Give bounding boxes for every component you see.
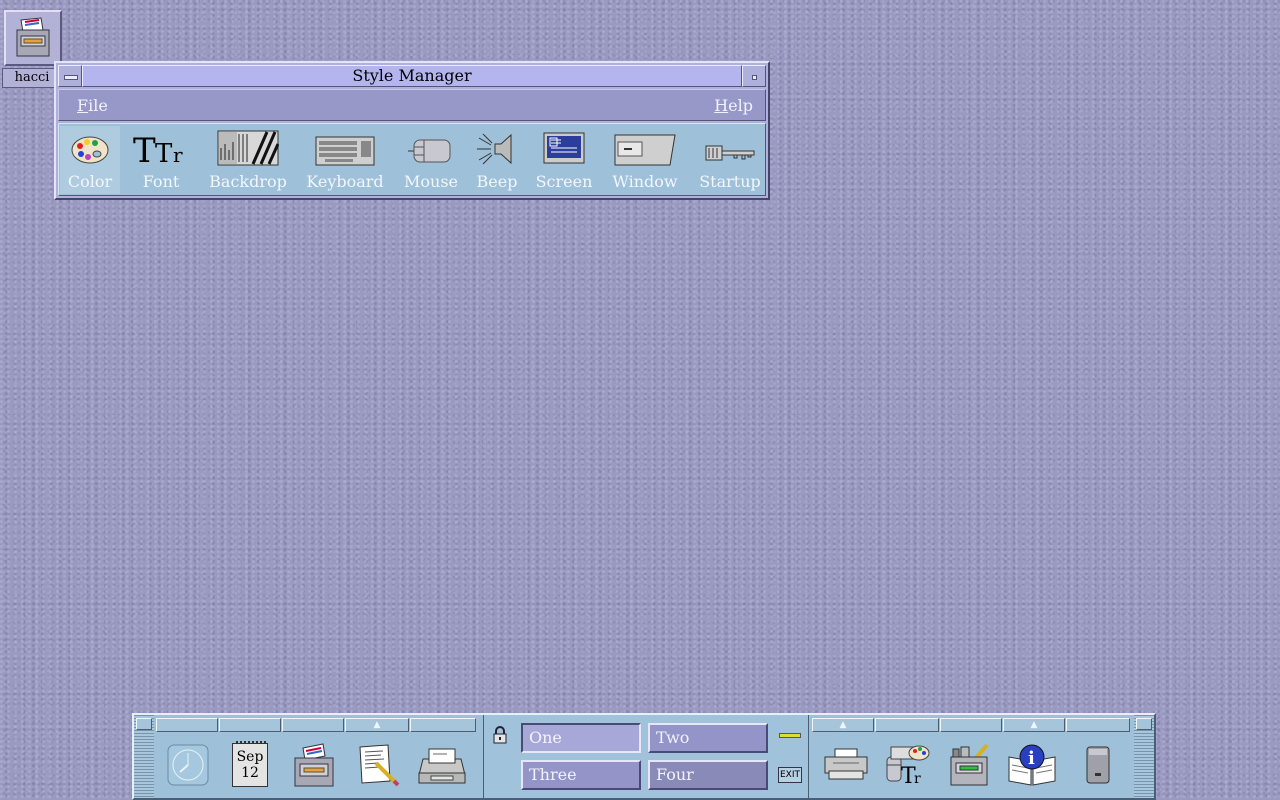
subpanel-tab-editor[interactable]: ▲ bbox=[345, 718, 409, 732]
speaker-icon bbox=[477, 133, 512, 165]
startup-label: Startup bbox=[699, 172, 761, 191]
up-arrow-icon: ▲ bbox=[839, 720, 847, 730]
title-bar[interactable]: Style Manager bbox=[58, 65, 766, 87]
menu-bar: File Help bbox=[58, 89, 766, 121]
file-menu[interactable]: File bbox=[77, 96, 108, 115]
exit-button[interactable]: EXIT bbox=[778, 767, 802, 783]
mouse-label: Mouse bbox=[404, 172, 458, 191]
palette-icon bbox=[71, 136, 109, 164]
desktop-icon-label: hacci bbox=[2, 68, 62, 88]
subpanel-tab-files[interactable] bbox=[282, 718, 344, 732]
subpanel-tab-help[interactable]: ▲ bbox=[1003, 718, 1065, 732]
workspace-three[interactable]: Three bbox=[521, 760, 641, 790]
svg-text:r: r bbox=[914, 771, 921, 787]
keyboard-button[interactable]: Keyboard bbox=[303, 126, 387, 194]
mouse-button[interactable]: Mouse bbox=[401, 126, 461, 194]
calendar-day: 12 bbox=[241, 765, 259, 781]
file-cabinet-icon[interactable] bbox=[4, 10, 62, 66]
application-manager-icon[interactable] bbox=[942, 739, 998, 791]
panel-minimize-button[interactable] bbox=[1136, 718, 1152, 730]
svg-text:i: i bbox=[1028, 748, 1035, 769]
up-arrow-icon: ▲ bbox=[373, 720, 381, 730]
window-icon bbox=[614, 134, 676, 166]
lock-icon[interactable] bbox=[492, 725, 508, 745]
screen-label: Screen bbox=[535, 172, 593, 191]
trash-icon[interactable] bbox=[1070, 739, 1126, 791]
subpanel-tab-mail[interactable] bbox=[410, 718, 476, 732]
color-label: Color bbox=[67, 172, 113, 191]
font-label: Font bbox=[142, 172, 180, 191]
window-label: Window bbox=[612, 172, 678, 191]
window-title[interactable]: Style Manager bbox=[82, 65, 742, 87]
help-menu[interactable]: Help bbox=[714, 96, 753, 115]
front-panel: ▲ Sep 12 One Two Three Four EXIT ▲ ▲ T r… bbox=[132, 713, 1156, 800]
key-icon bbox=[705, 145, 755, 161]
backdrop-icon bbox=[217, 130, 279, 166]
printer-icon[interactable] bbox=[818, 739, 874, 791]
minimize-button[interactable] bbox=[742, 65, 766, 87]
text-editor-icon[interactable] bbox=[350, 739, 406, 791]
font-icon: T T r bbox=[133, 131, 183, 166]
color-button[interactable]: Color bbox=[60, 126, 120, 194]
startup-button[interactable]: Startup bbox=[693, 126, 767, 194]
help-manager-icon[interactable]: i bbox=[1004, 739, 1060, 791]
mouse-icon bbox=[408, 139, 451, 163]
calendar-month: Sep bbox=[236, 749, 264, 765]
svg-text:T: T bbox=[133, 131, 156, 166]
window-menu-button[interactable] bbox=[58, 65, 82, 87]
mailer-icon[interactable] bbox=[414, 739, 470, 791]
busy-indicator bbox=[779, 733, 801, 738]
workspace-switch: One Two Three Four EXIT bbox=[483, 715, 809, 798]
style-manager-window: Style Manager File Help Color T T r Font… bbox=[54, 61, 770, 200]
workspace-two[interactable]: Two bbox=[648, 723, 768, 753]
subpanel-tab-calendar[interactable] bbox=[219, 718, 281, 732]
keyboard-icon bbox=[315, 136, 375, 166]
up-arrow-icon: ▲ bbox=[1030, 720, 1038, 730]
clock-icon[interactable] bbox=[160, 739, 216, 791]
style-manager-icon[interactable]: T r bbox=[880, 739, 936, 791]
file-manager-icon[interactable] bbox=[286, 739, 342, 791]
desktop-icon-hacci[interactable]: hacci bbox=[2, 10, 62, 88]
monitor-icon bbox=[543, 132, 585, 164]
backdrop-button[interactable]: Backdrop bbox=[206, 126, 290, 194]
style-toolbar: Color T T r Font Backdrop Keyboard Mouse… bbox=[58, 123, 766, 196]
panel-left-handle[interactable] bbox=[134, 715, 154, 798]
subpanel-tab-printer[interactable]: ▲ bbox=[812, 718, 874, 732]
calendar-icon[interactable]: Sep 12 bbox=[222, 739, 278, 791]
screen-button[interactable]: Screen bbox=[533, 126, 595, 194]
svg-text:r: r bbox=[173, 143, 183, 166]
beep-button[interactable]: Beep bbox=[473, 126, 521, 194]
beep-label: Beep bbox=[476, 172, 518, 191]
workspace-four[interactable]: Four bbox=[648, 760, 768, 790]
font-button[interactable]: T T r Font bbox=[129, 126, 193, 194]
panel-right-handle[interactable] bbox=[1134, 715, 1154, 798]
workspace-one[interactable]: One bbox=[521, 723, 641, 753]
subpanel-tab-clock[interactable] bbox=[156, 718, 218, 732]
panel-menu-button[interactable] bbox=[136, 718, 152, 730]
subpanel-tab-style[interactable] bbox=[875, 718, 939, 732]
backdrop-label: Backdrop bbox=[209, 172, 287, 191]
keyboard-label: Keyboard bbox=[306, 172, 384, 191]
window-button[interactable]: Window bbox=[607, 126, 683, 194]
subpanel-tab-trash[interactable] bbox=[1066, 718, 1130, 732]
subpanel-tab-apps[interactable] bbox=[940, 718, 1002, 732]
svg-text:T: T bbox=[155, 139, 173, 166]
